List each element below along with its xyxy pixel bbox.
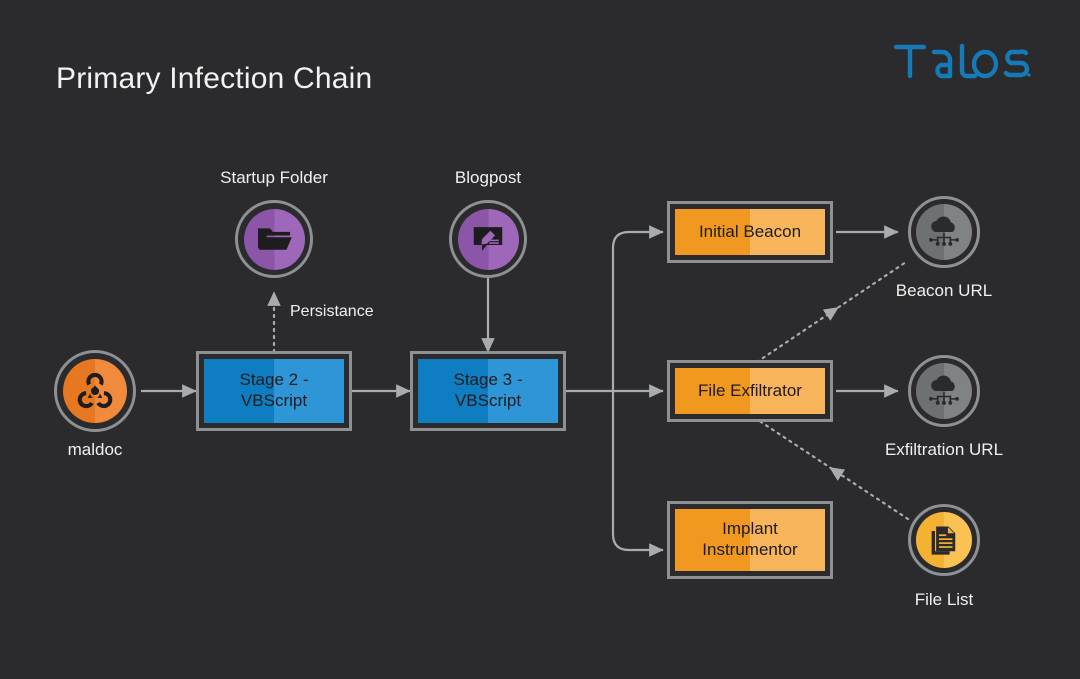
edge-trunk-to-implant-instrumentor <box>611 533 664 557</box>
edge-file-exfiltrator-to-beacon-url-arrow <box>822 307 839 321</box>
page-title: Primary Infection Chain <box>56 62 373 95</box>
node-implant-instrumentor[interactable]: Implant Instrumentor <box>667 501 833 579</box>
node-label-blogpost: Blogpost <box>454 168 522 187</box>
node-file-list[interactable] <box>908 504 980 576</box>
edge-trunk-to-initial-beacon <box>611 225 664 249</box>
edge-label-persistance: Persistance <box>290 303 374 320</box>
node-stage3-label: Stage 3 - VBScript <box>453 370 523 410</box>
node-stage3[interactable]: Stage 3 - VBScript <box>410 351 566 431</box>
node-file-exfiltrator-label: File Exfiltrator <box>698 380 802 400</box>
file-list-icon <box>916 512 972 568</box>
node-exfiltration-url[interactable] <box>908 355 980 427</box>
node-label-maldoc: maldoc <box>67 440 123 459</box>
node-stage2-label: Stage 2 - VBScript <box>239 370 309 410</box>
biohazard-icon <box>63 359 127 423</box>
cloud-network-icon <box>916 363 972 419</box>
node-file-exfiltrator[interactable]: File Exfiltrator <box>667 360 833 422</box>
node-beacon-url[interactable] <box>908 196 980 268</box>
node-implant-instrumentor-label: Implant Instrumentor <box>702 519 798 559</box>
node-initial-beacon-label: Initial Beacon <box>698 221 802 241</box>
diagram-canvas: Primary Infection Chain Persistance mald… <box>0 0 1080 679</box>
blogpost-pencil-icon <box>457 208 519 270</box>
talos-logo <box>892 40 1032 84</box>
node-label-beacon-url: Beacon URL <box>895 281 993 300</box>
node-blogpost[interactable] <box>449 200 527 278</box>
node-startup-folder[interactable] <box>235 200 313 278</box>
node-label-startup-folder: Startup Folder <box>220 168 328 187</box>
node-maldoc[interactable] <box>54 350 136 432</box>
node-label-exfiltration-url: Exfiltration URL <box>884 440 1004 459</box>
node-label-file-list: File List <box>914 590 974 609</box>
node-stage2[interactable]: Stage 2 - VBScript <box>196 351 352 431</box>
node-initial-beacon[interactable]: Initial Beacon <box>667 201 833 263</box>
folder-open-icon <box>243 208 305 270</box>
connector-layer <box>141 225 910 557</box>
edge-file-exfiltrator-to-beacon-url <box>755 260 908 364</box>
cloud-network-icon <box>916 204 972 260</box>
